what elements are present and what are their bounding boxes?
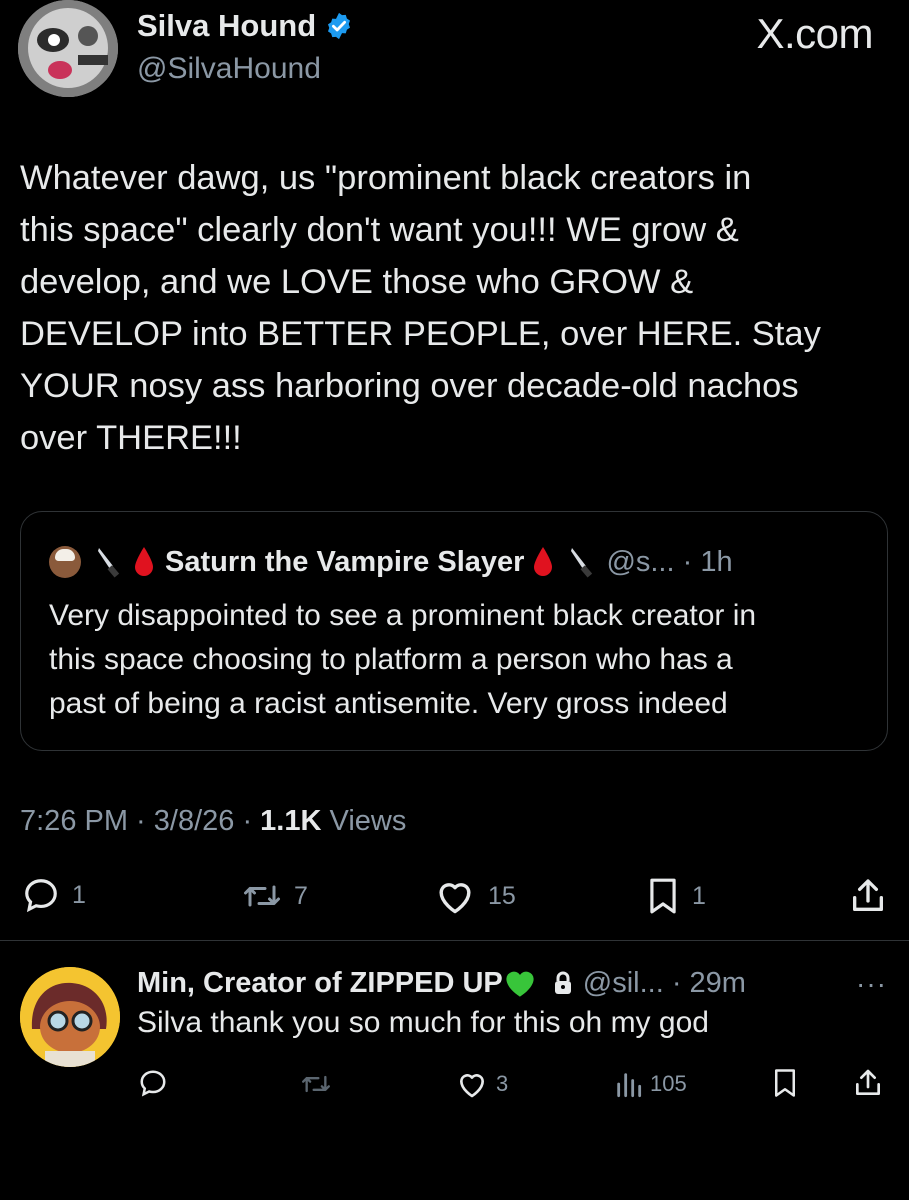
quote-author-avatar[interactable] <box>49 546 81 578</box>
knife-emoji-icon <box>568 546 596 578</box>
share-icon <box>848 876 888 916</box>
author-handle[interactable]: @SilvaHound <box>137 52 321 86</box>
author-name-text: Silva Hound <box>137 8 317 43</box>
quote-author-name[interactable]: Saturn the Vampire Slayer <box>165 546 524 579</box>
quote-header: Saturn the Vampire Slayer @s... · 1h <box>49 542 733 582</box>
reply-handle-time: @sil... · 29m <box>582 966 746 999</box>
verified-badge-icon <box>324 11 354 41</box>
heart-icon <box>434 877 476 915</box>
reply-like-count: 3 <box>496 1071 509 1096</box>
like-button[interactable]: 15 <box>434 877 516 915</box>
blood-drop-emoji-icon <box>133 546 155 578</box>
green-heart-emoji-icon <box>503 968 537 998</box>
tweet-text: Whatever dawg, us "prominent black creat… <box>20 159 821 457</box>
quote-handle-time: @s... · 1h <box>606 545 733 578</box>
divider <box>0 940 909 941</box>
reply-bookmark-button[interactable] <box>772 1068 798 1098</box>
share-button[interactable] <box>848 876 888 916</box>
quote-text: Very disappointed to see a prominent bla… <box>49 599 757 720</box>
reply-icon <box>138 1068 168 1098</box>
repost-button[interactable]: 7 <box>242 878 308 914</box>
author-name[interactable]: Silva Hound <box>137 8 354 44</box>
bookmark-count: 1 <box>692 881 706 910</box>
tweet-timestamp: 7:26 PM · 3/8/26 · <box>20 805 261 837</box>
repost-count: 7 <box>294 881 308 910</box>
bookmark-icon <box>646 877 680 915</box>
reply-share-button[interactable] <box>852 1067 884 1099</box>
blood-drop-emoji-icon <box>532 546 554 578</box>
views-label: Views <box>321 805 407 837</box>
reply-text: Silva thank you so much for this oh my g… <box>137 1006 709 1039</box>
reply-button[interactable]: 1 <box>22 876 86 914</box>
reply-header: Min, Creator of ZIPPED UP @sil... · 29m <box>137 963 746 1003</box>
bookmark-icon <box>772 1068 798 1098</box>
reply-repost-button[interactable] <box>300 1070 332 1098</box>
reply-reply-button[interactable] <box>138 1068 168 1098</box>
reply-count: 1 <box>72 880 86 909</box>
share-icon <box>852 1067 884 1099</box>
x-logo-watermark: X.com <box>756 10 873 57</box>
heart-icon <box>456 1069 488 1099</box>
tweet-meta: 7:26 PM · 3/8/26 · 1.1K Views <box>20 805 406 838</box>
repost-icon <box>242 878 282 914</box>
bar-chart-icon <box>614 1069 642 1099</box>
like-count: 15 <box>488 881 516 910</box>
reply-icon <box>22 876 60 914</box>
more-options-button[interactable]: ··· <box>856 968 887 1000</box>
reply-views-button[interactable]: 105 <box>614 1069 687 1099</box>
reply-author-name[interactable]: Min, Creator of ZIPPED UP <box>137 967 503 1000</box>
views-count: 1.1K <box>260 805 322 837</box>
repost-icon <box>300 1070 332 1098</box>
quote-tweet-card[interactable]: Saturn the Vampire Slayer @s... · 1h Ver… <box>20 511 888 751</box>
author-avatar[interactable] <box>18 0 118 97</box>
lock-icon <box>553 971 573 995</box>
reply-like-button[interactable]: 3 <box>456 1069 508 1099</box>
knife-emoji-icon <box>95 546 123 578</box>
bookmark-button[interactable]: 1 <box>646 877 706 915</box>
reply-author-avatar[interactable] <box>20 967 120 1067</box>
reply-views-count: 105 <box>650 1071 687 1096</box>
